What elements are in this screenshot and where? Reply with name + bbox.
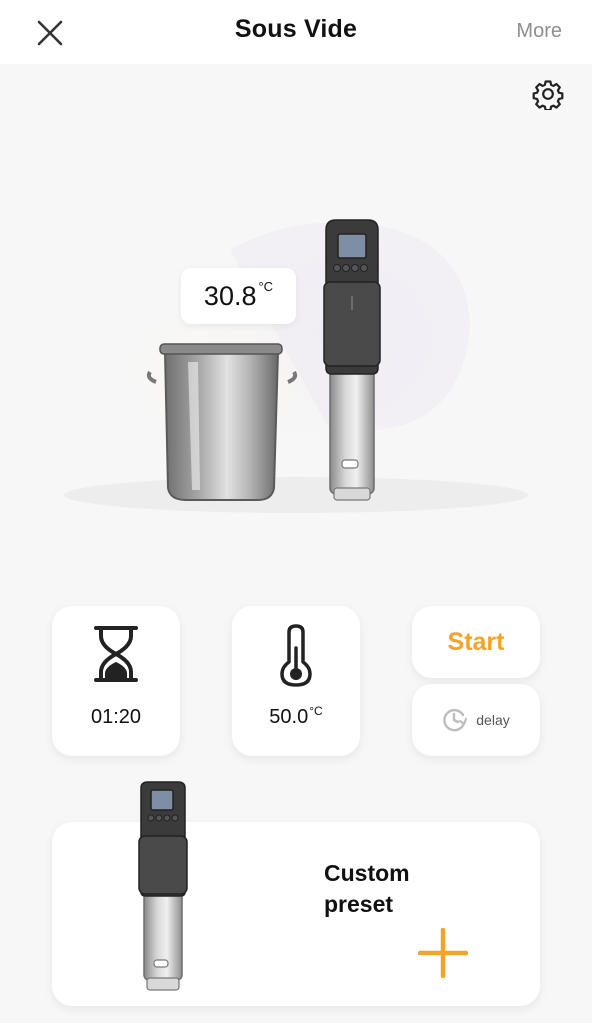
timer-card[interactable]: 01:20 bbox=[52, 606, 180, 756]
settings-button[interactable] bbox=[530, 76, 566, 112]
delay-button[interactable]: delay bbox=[412, 684, 540, 756]
custom-preset-card[interactable]: Custom preset bbox=[52, 781, 540, 1006]
top-bar: Sous Vide More bbox=[0, 0, 592, 64]
current-temperature-value: 30.8 bbox=[203, 280, 257, 311]
target-temperature-value: 50.0 bbox=[269, 706, 309, 728]
start-button[interactable]: Start bbox=[412, 606, 540, 678]
custom-preset-title-line2: preset bbox=[324, 891, 394, 917]
start-label: Start bbox=[447, 627, 505, 656]
pot-and-cooker-image bbox=[64, 219, 528, 513]
delay-label: delay bbox=[476, 712, 510, 728]
plus-icon[interactable] bbox=[418, 928, 468, 978]
target-temperature-unit: °C bbox=[309, 704, 323, 718]
hourglass-icon bbox=[94, 626, 138, 682]
current-temperature-display: 30.8 °C bbox=[181, 268, 296, 324]
more-button[interactable]: More bbox=[516, 20, 562, 43]
target-temperature-card[interactable]: 50.0°C bbox=[232, 606, 360, 756]
current-temperature-unit: °C bbox=[258, 278, 274, 294]
clock-delay-icon bbox=[443, 708, 468, 732]
thermometer-icon bbox=[280, 624, 312, 687]
gear-icon bbox=[532, 80, 564, 110]
sous-vide-device-image bbox=[138, 781, 188, 991]
custom-preset-title-line1: Custom bbox=[324, 860, 410, 886]
custom-preset-title: Custom preset bbox=[324, 858, 474, 920]
target-temperature-display: 50.0°C bbox=[232, 704, 360, 729]
sous-vide-illustration bbox=[0, 130, 592, 550]
page-title: Sous Vide bbox=[234, 15, 358, 43]
timer-value: 01:20 bbox=[90, 706, 142, 728]
